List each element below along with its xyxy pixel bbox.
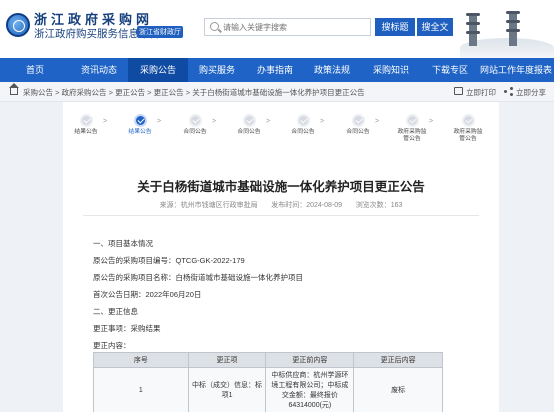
check-icon — [242, 114, 256, 127]
site-badge: 浙江省财政厅 — [137, 26, 183, 38]
change-table: 序号 更正项 更正前内容 更正后内容 1 中标（成交）信息：标项1 中标供应商：… — [93, 352, 443, 412]
project-number: QTCG-GK-2022-179 — [175, 256, 245, 265]
change-item-line: 更正事项：采购结果 — [93, 323, 161, 334]
progress-step-label: 结果公告 — [74, 129, 98, 135]
progress-step-label: 结果公告 — [128, 129, 152, 135]
project-name-label: 原公告的采购项目名称： — [93, 273, 176, 282]
nav-item-download[interactable]: 下载专区 — [422, 58, 478, 82]
table-cell: 中标供应商：杭州学源环境工程有限公司；中标成交金额：最终报价64314000(元… — [265, 367, 355, 412]
main-nav: 首页 资讯动态 采购公告 购买服务 办事指南 政策法规 采购知识 下载专区 网站… — [0, 58, 554, 82]
check-icon — [351, 114, 365, 127]
search-title-button[interactable]: 搜标题 — [375, 18, 415, 36]
progress-step-label: 合同公告 — [237, 129, 261, 135]
share-icon[interactable] — [504, 87, 513, 96]
nav-item-home[interactable]: 首页 — [0, 58, 70, 82]
nav-item-annual-report[interactable]: 网站工作年度报表 — [478, 58, 554, 82]
breadcrumb[interactable]: 采购公告 > 政府采购公告 > 更正公告 > 更正公告 > 关于白杨街道城市基础… — [23, 87, 365, 98]
first-date-line: 首次公告日期：2022年06月20日 — [93, 289, 201, 300]
progress-step[interactable]: 合同公告 — [338, 114, 378, 136]
pagoda-icon — [466, 9, 480, 51]
pagoda-icon — [506, 9, 520, 51]
table-header: 更正项 — [187, 352, 267, 368]
nav-item-guide[interactable]: 办事指南 — [246, 58, 304, 82]
first-date-label: 首次公告日期： — [93, 290, 146, 299]
table-cell: 废标 — [353, 367, 443, 412]
site-header: 浙江政府采购网 浙江政府购买服务信息平台 浙江省财政厅 搜标题 搜全文 — [0, 0, 554, 58]
first-date: 2022年06月20日 — [145, 290, 202, 299]
search-input[interactable] — [223, 20, 363, 34]
change-item-label: 更正事项： — [93, 324, 131, 333]
source-value: 杭州市钱塘区行政审批局 — [180, 202, 258, 209]
table-row: 1 中标（成交）信息：标项1 中标供应商：杭州学源环境工程有限公司；中标成交金额… — [93, 367, 443, 412]
arrow-icon: > — [375, 118, 380, 125]
check-icon — [405, 114, 419, 127]
nav-item-policy[interactable]: 政策法规 — [304, 58, 360, 82]
progress-step-label: 合同公告 — [291, 129, 315, 135]
divider — [83, 215, 479, 216]
check-icon — [188, 114, 202, 127]
change-item: 采购结果 — [130, 324, 161, 333]
site-logo[interactable] — [6, 13, 30, 37]
check-icon — [79, 114, 93, 127]
nav-item-purchase-service[interactable]: 购买服务 — [188, 58, 246, 82]
arrow-icon: > — [157, 118, 162, 125]
views-label: 浏览次数： — [355, 202, 391, 209]
project-number-label: 原公告的采购项目编号： — [93, 256, 176, 265]
print-icon[interactable] — [454, 87, 463, 95]
table-header-row: 序号 更正项 更正前内容 更正后内容 — [93, 352, 443, 368]
arrow-icon: > — [429, 118, 434, 125]
table-header: 序号 — [93, 352, 189, 368]
table-header: 更正后内容 — [353, 352, 443, 368]
nav-item-procurement-notice[interactable]: 采购公告 — [128, 58, 188, 82]
nav-item-news[interactable]: 资讯动态 — [70, 58, 128, 82]
search-icon — [210, 22, 219, 31]
progress-step[interactable]: 合同公告 — [229, 114, 269, 136]
section-heading: 二、更正信息 — [93, 307, 138, 316]
table-cell: 中标（成交）信息：标项1 — [187, 367, 267, 412]
publish-date: 2024-08-09 — [306, 202, 343, 209]
home-icon[interactable] — [9, 83, 19, 95]
table-header: 更正前内容 — [265, 352, 355, 368]
article-title: 关于白杨街道城市基础设施一体化养护项目更正公告 — [137, 180, 425, 194]
project-number-line: 原公告的采购项目编号：QTCG-GK-2022-179 — [93, 255, 245, 266]
date-label: 发布时间： — [271, 202, 307, 209]
table-cell: 1 — [93, 367, 189, 412]
progress-step[interactable]: 政府采购监管公告 — [448, 114, 488, 143]
progress-step-label: 合同公告 — [183, 129, 207, 135]
arrow-icon: > — [320, 118, 325, 125]
arrow-icon: > — [266, 118, 271, 125]
content-card: 结果公告 > 结果公告 > 合同公告 > 合同公告 > 合同公告 > 合同公告 … — [63, 102, 499, 412]
share-button[interactable]: 立即分享 — [516, 87, 546, 98]
breadcrumb-bar: 采购公告 > 政府采购公告 > 更正公告 > 更正公告 > 关于白杨街道城市基础… — [0, 82, 554, 102]
project-name: 白杨街道城市基础设施一体化养护项目 — [175, 273, 304, 282]
view-count: 163 — [390, 202, 403, 209]
progress-step-label: 政府采购监管公告 — [397, 129, 427, 142]
progress-step[interactable]: 合同公告 — [283, 114, 323, 136]
nav-item-knowledge[interactable]: 采购知识 — [360, 58, 422, 82]
progress-step[interactable]: 结果公告 — [66, 114, 106, 136]
check-icon — [461, 114, 475, 127]
check-icon — [296, 114, 310, 127]
progress-step[interactable]: 合同公告 — [175, 114, 215, 136]
arrow-icon: > — [103, 118, 108, 125]
search-fulltext-button[interactable]: 搜全文 — [417, 18, 453, 36]
project-name-line: 原公告的采购项目名称：白杨街道城市基础设施一体化养护项目 — [93, 272, 303, 283]
source-label: 来源： — [159, 202, 181, 209]
progress-step[interactable]: 政府采购监管公告 — [392, 114, 432, 143]
progress-step-active[interactable]: 结果公告 — [120, 114, 160, 136]
article-meta: 来源：杭州市钱塘区行政审批局 发布时间：2024-08-09 浏览次数：163 — [63, 200, 499, 210]
change-content-label: 更正内容： — [93, 341, 131, 350]
check-icon — [133, 114, 147, 127]
progress-step-label: 政府采购监管公告 — [453, 129, 483, 142]
progress-step-label: 合同公告 — [346, 129, 370, 135]
print-button[interactable]: 立即打印 — [466, 87, 496, 98]
search-box[interactable] — [204, 18, 371, 36]
section-heading: 一、项目基本情况 — [93, 239, 153, 248]
arrow-icon: > — [212, 118, 217, 125]
